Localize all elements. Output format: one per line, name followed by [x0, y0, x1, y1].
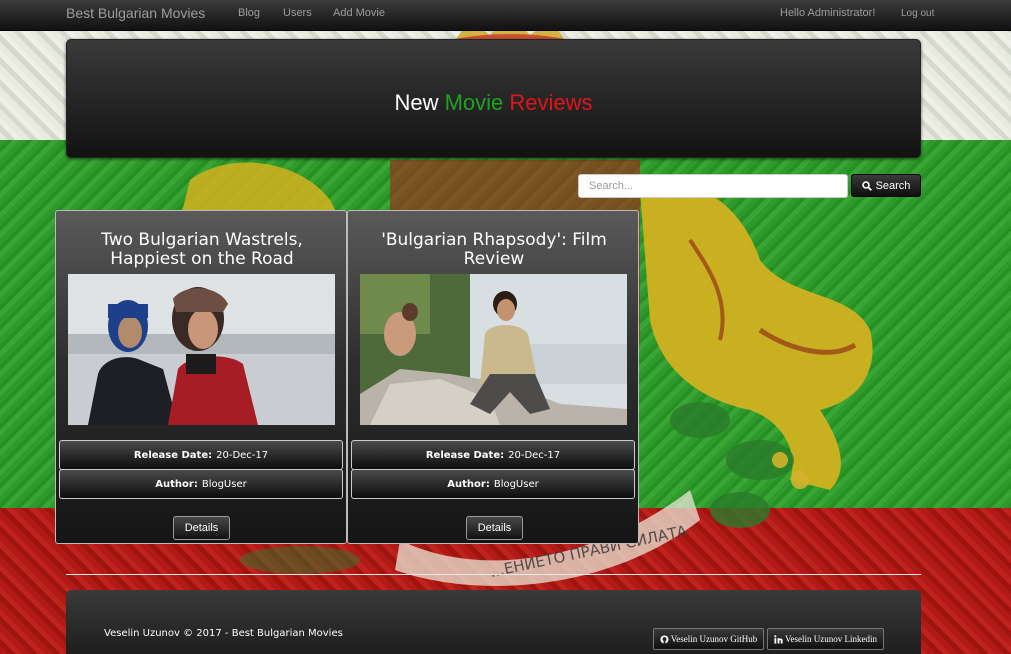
github-icon	[660, 634, 669, 644]
linkedin-link-label: Veselin Uzunov Linkedin	[785, 634, 877, 644]
movie-title: 'Bulgarian Rhapsody': Film Review	[381, 230, 607, 269]
nav-link-add-movie[interactable]: Add Movie	[333, 7, 385, 19]
github-link-label: Veselin Uzunov GitHub	[670, 634, 758, 644]
search-button-label: Search	[875, 179, 911, 192]
release-date-row: Release Date: 20-Dec-17	[351, 440, 635, 470]
release-date-label: Release Date:	[425, 449, 505, 461]
release-date-label: Release Date:	[133, 449, 213, 461]
author-row: Author: BlogUser	[351, 469, 635, 499]
hero-word-new: New	[394, 90, 439, 115]
search-input[interactable]	[578, 174, 848, 198]
divider	[66, 574, 921, 575]
user-greeting-link[interactable]: Hello Administrator!	[780, 7, 875, 19]
movie-card: 'Bulgarian Rhapsody': Film Review Releas…	[347, 210, 639, 544]
hero-banner: New Movie Reviews	[66, 39, 921, 158]
logout-link[interactable]: Log out	[901, 8, 934, 19]
top-navbar: Best Bulgarian Movies Blog Users Add Mov…	[0, 0, 1011, 31]
linkedin-link-button[interactable]: Veselin Uzunov Linkedin	[767, 628, 884, 650]
nav-link-blog[interactable]: Blog	[238, 7, 260, 19]
author-label: Author:	[155, 478, 198, 490]
hero-word-movie: Movie	[444, 90, 504, 115]
release-date-row: Release Date: 20-Dec-17	[59, 440, 343, 470]
details-button[interactable]: Details	[466, 516, 523, 540]
movie-card: Two Bulgarian Wastrels, Happiest on the …	[55, 210, 347, 544]
movie-poster-image	[360, 274, 627, 425]
hero-word-reviews: Reviews	[509, 90, 593, 115]
page-footer: Veselin Uzunov © 2017 - Best Bulgarian M…	[66, 590, 921, 654]
movie-poster-image	[68, 274, 335, 425]
search-button[interactable]: Search	[851, 174, 921, 197]
author-row: Author: BlogUser	[59, 469, 343, 499]
release-date-value: 20-Dec-17	[508, 449, 561, 461]
author-value: BlogUser	[493, 478, 539, 490]
author-label: Author:	[447, 478, 490, 490]
footer-copyright: Veselin Uzunov © 2017 - Best Bulgarian M…	[104, 628, 343, 639]
brand-link[interactable]: Best Bulgarian Movies	[66, 5, 205, 21]
nav-link-users[interactable]: Users	[283, 7, 312, 19]
movie-title: Two Bulgarian Wastrels, Happiest on the …	[101, 230, 303, 269]
github-link-button[interactable]: Veselin Uzunov GitHub	[653, 628, 764, 650]
author-value: BlogUser	[201, 478, 247, 490]
release-date-value: 20-Dec-17	[216, 449, 269, 461]
hero-title: New Movie Reviews	[67, 90, 920, 116]
details-button[interactable]: Details	[173, 516, 230, 540]
search-icon	[861, 180, 872, 191]
linkedin-icon	[774, 634, 783, 644]
